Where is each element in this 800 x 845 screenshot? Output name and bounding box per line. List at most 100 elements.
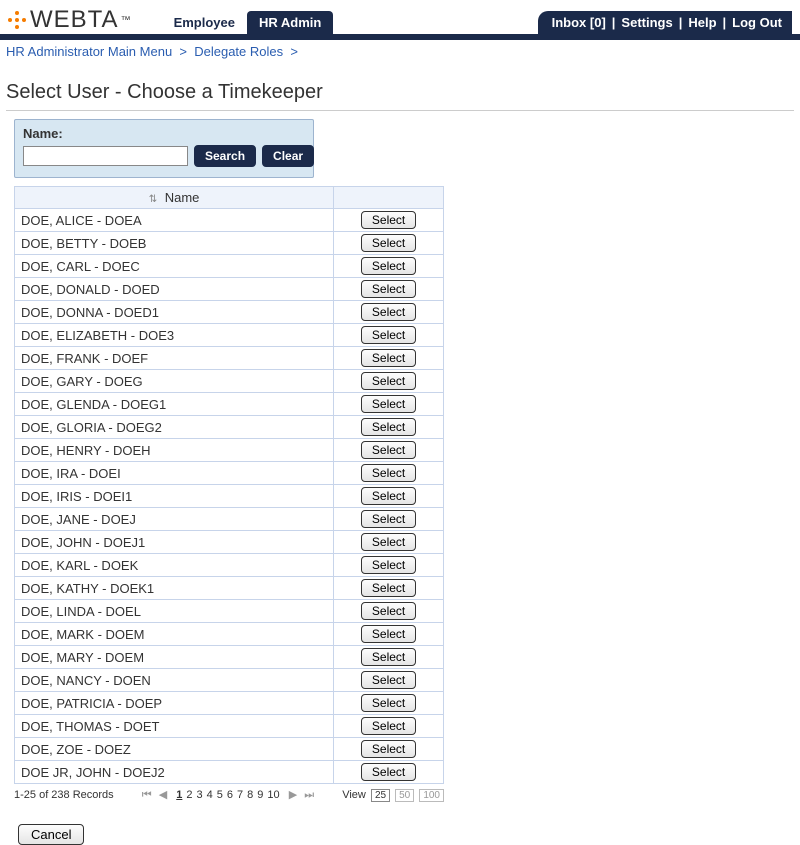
select-button[interactable]: Select [361, 671, 416, 689]
user-name-cell: DOE, DONNA - DOED1 [15, 301, 334, 324]
select-button[interactable]: Select [361, 326, 416, 344]
divider [6, 110, 794, 111]
select-button[interactable]: Select [361, 648, 416, 666]
select-button[interactable]: Select [361, 694, 416, 712]
select-button[interactable]: Select [361, 280, 416, 298]
table-row: DOE JR, JOHN - DOEJ2Select [15, 761, 444, 784]
help-link[interactable]: Help [688, 15, 716, 30]
user-name-cell: DOE, BETTY - DOEB [15, 232, 334, 255]
page-number[interactable]: 6 [227, 789, 233, 801]
user-name-cell: DOE, GLENDA - DOEG1 [15, 393, 334, 416]
page-number[interactable]: 4 [207, 789, 213, 801]
pager-view: View 25 50 100 [342, 789, 444, 802]
user-name-cell: DOE, HENRY - DOEH [15, 439, 334, 462]
select-button[interactable]: Select [361, 533, 416, 551]
page-number[interactable]: 5 [217, 789, 223, 801]
tab-employee[interactable]: Employee [162, 11, 247, 34]
select-button[interactable]: Select [361, 418, 416, 436]
select-button[interactable]: Select [361, 625, 416, 643]
table-row: DOE, MARK - DOEM Select [15, 623, 444, 646]
table-row: DOE, LINDA - DOEL Select [15, 600, 444, 623]
select-button[interactable]: Select [361, 349, 416, 367]
table-row: DOE, NANCY - DOEN Select [15, 669, 444, 692]
user-name-cell: DOE, LINDA - DOEL [15, 600, 334, 623]
page-number[interactable]: 10 [267, 789, 279, 801]
table-row: DOE, CARL - DOEC Select [15, 255, 444, 278]
breadcrumb-item-2[interactable]: Delegate Roles [194, 44, 283, 59]
table-row: DOE, THOMAS - DOETSelect [15, 715, 444, 738]
select-button[interactable]: Select [361, 257, 416, 275]
select-button[interactable]: Select [361, 602, 416, 620]
page-number[interactable]: 7 [237, 789, 243, 801]
user-name-cell: DOE, ALICE - DOEA [15, 209, 334, 232]
user-name-cell: DOE, MARY - DOEM [15, 646, 334, 669]
select-button[interactable]: Select [361, 717, 416, 735]
user-name-cell: DOE, IRIS - DOEI1 [15, 485, 334, 508]
select-button[interactable]: Select [361, 303, 416, 321]
pager-last-icon[interactable]: ⏭ [304, 789, 314, 801]
breadcrumb-sep: > [290, 44, 298, 59]
brand-logo: WEBTA ™ [8, 6, 132, 34]
select-button[interactable]: Select [361, 464, 416, 482]
user-name-cell: DOE, MARK - DOEM [15, 623, 334, 646]
search-input[interactable] [23, 146, 188, 166]
select-button[interactable]: Select [361, 510, 416, 528]
table-row: DOE, GLORIA - DOEG2Select [15, 416, 444, 439]
tab-hr-admin[interactable]: HR Admin [247, 11, 333, 34]
select-button[interactable]: Select [361, 487, 416, 505]
select-button[interactable]: Select [361, 763, 416, 781]
user-name-cell: DOE, KATHY - DOEK1 [15, 577, 334, 600]
view-size-option[interactable]: 50 [395, 789, 414, 802]
col-header-name[interactable]: ⇅ Name [15, 187, 334, 209]
user-name-cell: DOE, ELIZABETH - DOE3 [15, 324, 334, 347]
breadcrumb-item-1[interactable]: HR Administrator Main Menu [6, 44, 172, 59]
select-button[interactable]: Select [361, 395, 416, 413]
table-row: DOE, DONALD - DOEDSelect [15, 278, 444, 301]
table-row: DOE, GARY - DOEGSelect [15, 370, 444, 393]
pager-prev-icon[interactable]: ◀ [159, 789, 167, 801]
user-name-cell: DOE, NANCY - DOEN [15, 669, 334, 692]
page-number[interactable]: 8 [247, 789, 253, 801]
table-row: DOE, PATRICIA - DOEPSelect [15, 692, 444, 715]
search-button[interactable]: Search [194, 145, 256, 167]
user-name-cell: DOE, ZOE - DOEZ [15, 738, 334, 761]
pager: 1-25 of 238 Records ⏮ ◀ 12345678910 ▶ ⏭ … [14, 788, 444, 802]
pager-first-icon[interactable]: ⏮ [142, 789, 152, 801]
select-button[interactable]: Select [361, 441, 416, 459]
table-row: DOE, FRANK - DOEFSelect [15, 347, 444, 370]
table-row: DOE, KATHY - DOEK1 Select [15, 577, 444, 600]
select-button[interactable]: Select [361, 579, 416, 597]
table-row: DOE, HENRY - DOEH Select [15, 439, 444, 462]
table-row: DOE, JANE - DOEJSelect [15, 508, 444, 531]
table-row: DOE, BETTY - DOEB Select [15, 232, 444, 255]
table-row: DOE, MARY - DOEM Select [15, 646, 444, 669]
select-button[interactable]: Select [361, 740, 416, 758]
logo-dots-icon [8, 11, 26, 29]
select-button[interactable]: Select [361, 234, 416, 252]
view-size-option[interactable]: 25 [371, 789, 390, 802]
page-number[interactable]: 1 [176, 789, 182, 801]
view-size-option[interactable]: 100 [419, 789, 444, 802]
table-row: DOE, DONNA - DOED1 Select [15, 301, 444, 324]
user-name-cell: DOE, CARL - DOEC [15, 255, 334, 278]
logout-link[interactable]: Log Out [732, 15, 782, 30]
select-button[interactable]: Select [361, 556, 416, 574]
table-row: DOE, IRA - DOEISelect [15, 462, 444, 485]
nav-tabs: Employee HR Admin [162, 11, 334, 34]
search-label: Name: [23, 126, 305, 141]
cancel-button[interactable]: Cancel [18, 824, 84, 845]
page-number[interactable]: 2 [186, 789, 192, 801]
table-row: DOE, JOHN - DOEJ1Select [15, 531, 444, 554]
pager-pages: ⏮ ◀ 123456789 10 ▶ ⏭ [114, 788, 343, 802]
breadcrumb: HR Administrator Main Menu > Delegate Ro… [0, 40, 800, 63]
clear-button[interactable]: Clear [262, 145, 314, 167]
select-button[interactable]: Select [361, 372, 416, 390]
search-panel: Name: Search Clear [14, 119, 314, 178]
pager-next-icon[interactable]: ▶ [289, 789, 297, 801]
inbox-link[interactable]: Inbox [0] [552, 15, 606, 30]
settings-link[interactable]: Settings [621, 15, 672, 30]
select-button[interactable]: Select [361, 211, 416, 229]
page-number[interactable]: 9 [257, 789, 263, 801]
page-number[interactable]: 3 [197, 789, 203, 801]
user-name-cell: DOE, KARL - DOEK [15, 554, 334, 577]
